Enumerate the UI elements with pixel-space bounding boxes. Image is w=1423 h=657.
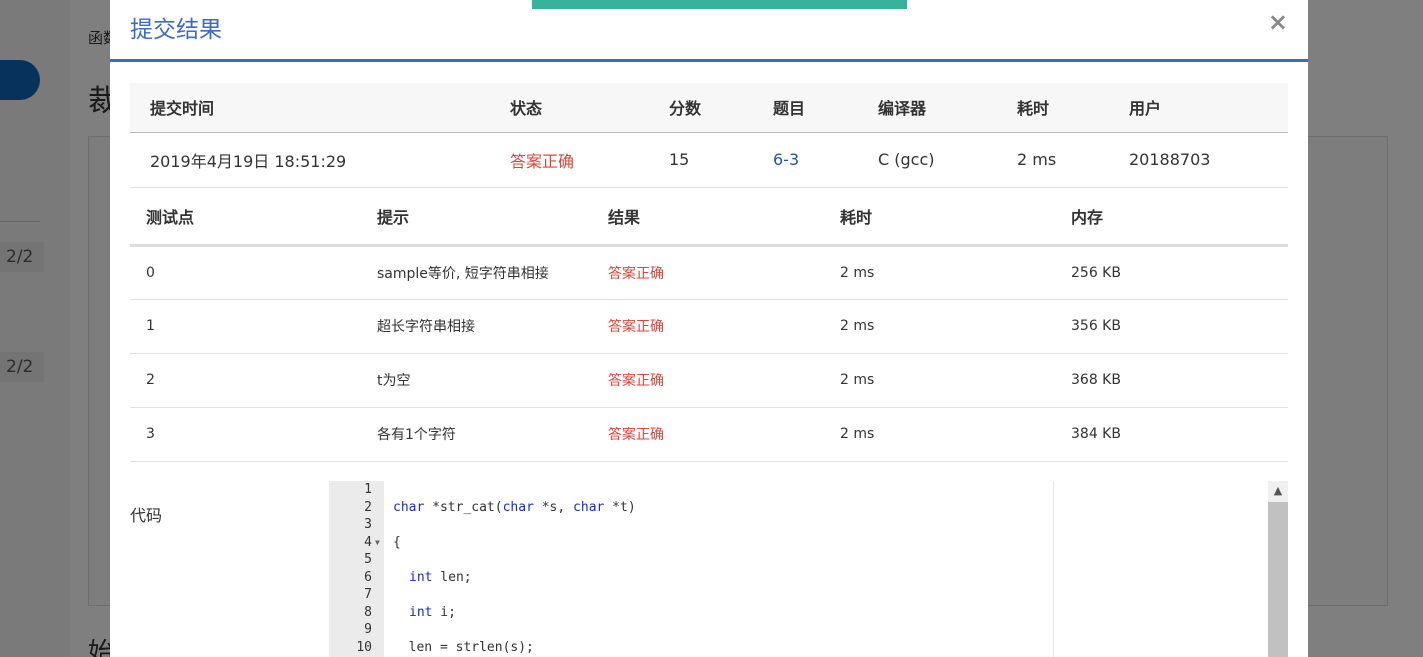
line-number: 8 <box>364 604 372 620</box>
code-token: i; <box>432 604 456 620</box>
table-header-row: 测试点 提示 结果 耗时 内存 <box>130 188 1288 247</box>
table-row: 0 sample等价, 短字符串相接 答案正确 2 ms 256 KB <box>130 245 1288 300</box>
keyword-token: char <box>573 499 605 515</box>
score-value: 15 <box>649 132 753 188</box>
line-number: 9 <box>364 622 372 637</box>
close-icon[interactable]: × <box>1268 8 1288 36</box>
code-token: *s, <box>533 499 574 515</box>
testcase-time: 2 ms <box>824 245 1055 300</box>
col-header-status: 状态 <box>490 83 649 133</box>
success-toast-bar <box>532 0 907 9</box>
status-badge: 答案正确 <box>490 132 649 188</box>
code-line: { <box>393 534 401 550</box>
testcase-memory: 368 KB <box>1055 353 1288 408</box>
submission-result-modal: 提交结果 × 提交时间 状态 分数 题目 编译器 耗时 用户 2019年4月19… <box>110 0 1308 657</box>
testcase-id: 3 <box>130 407 361 462</box>
problem-link[interactable]: 6-3 <box>753 132 858 188</box>
line-number-gutter: 1 2 3 4 ▼ 5 6 7 8 9 10 <box>329 481 384 657</box>
testcase-time: 2 ms <box>824 353 1055 408</box>
testcase-hint: t为空 <box>361 353 592 408</box>
code-line: int i; <box>409 604 456 621</box>
col-header-testcase: 测试点 <box>130 188 361 247</box>
code-editor[interactable]: 1 2 3 4 ▼ 5 6 7 8 9 10 char *str_cat(cha… <box>329 481 1054 657</box>
testcase-memory: 256 KB <box>1055 245 1288 300</box>
code-token: *str_cat( <box>424 499 503 515</box>
scrollbar-thumb[interactable] <box>1268 502 1288 657</box>
editor-scrollbar[interactable]: ▲ <box>1268 481 1288 657</box>
line-number: 10 <box>356 639 372 655</box>
testcase-id: 1 <box>130 299 361 354</box>
line-number: 1 <box>364 482 372 497</box>
testcase-time: 2 ms <box>824 299 1055 354</box>
code-line: len = strlen(s); <box>393 639 534 655</box>
testcase-hint: sample等价, 短字符串相接 <box>361 245 592 300</box>
testcase-time: 2 ms <box>824 407 1055 462</box>
col-header-problem: 题目 <box>753 83 858 133</box>
line-number: 5 <box>364 552 372 567</box>
keyword-token: int <box>409 569 433 585</box>
scroll-up-arrow-icon[interactable]: ▲ <box>1268 481 1288 501</box>
line-number: 7 <box>364 587 372 602</box>
code-line: int len; <box>409 569 472 586</box>
table-row: 2 t为空 答案正确 2 ms 368 KB <box>130 353 1288 408</box>
fold-toggle-icon[interactable]: ▼ <box>375 534 380 551</box>
line-number: 6 <box>364 569 372 585</box>
editor-divider <box>1053 481 1054 657</box>
col-header-submit-time: 提交时间 <box>130 83 490 133</box>
testcase-result: 答案正确 <box>592 245 824 300</box>
testcase-table: 测试点 提示 结果 耗时 内存 0 sample等价, 短字符串相接 答案正确 … <box>130 188 1288 462</box>
user-value: 20188703 <box>1109 132 1288 188</box>
code-token: *t) <box>604 499 636 515</box>
testcase-result: 答案正确 <box>592 299 824 354</box>
col-header-duration: 耗时 <box>997 83 1109 133</box>
testcase-id: 2 <box>130 353 361 408</box>
code-token: len; <box>432 569 472 585</box>
table-row: 3 各有1个字符 答案正确 2 ms 384 KB <box>130 407 1288 462</box>
line-number: 2 <box>364 499 372 515</box>
testcase-memory: 356 KB <box>1055 299 1288 354</box>
code-label: 代码 <box>130 506 163 525</box>
modal-title: 提交结果 <box>130 17 222 43</box>
table-row: 2019年4月19日 18:51:29 答案正确 15 6-3 C (gcc) … <box>130 132 1288 188</box>
line-number: 3 <box>364 517 372 532</box>
table-row: 1 超长字符串相接 答案正确 2 ms 356 KB <box>130 299 1288 354</box>
code-line: char *str_cat(char *s, char *t) <box>393 499 636 516</box>
line-number: 4 <box>364 534 372 550</box>
col-header-memory: 内存 <box>1055 188 1288 247</box>
testcase-memory: 384 KB <box>1055 407 1288 462</box>
keyword-token: char <box>393 499 425 515</box>
col-header-time: 耗时 <box>824 188 1055 247</box>
testcase-result: 答案正确 <box>592 407 824 462</box>
col-header-compiler: 编译器 <box>858 83 997 133</box>
keyword-token: int <box>409 604 433 620</box>
testcase-id: 0 <box>130 245 361 300</box>
modal-header: 提交结果 × <box>110 0 1308 62</box>
duration-value: 2 ms <box>997 132 1109 188</box>
col-header-user: 用户 <box>1109 83 1288 133</box>
col-header-hint: 提示 <box>361 188 592 247</box>
col-header-result: 结果 <box>592 188 824 247</box>
table-header-row: 提交时间 状态 分数 题目 编译器 耗时 用户 <box>130 83 1288 133</box>
submit-time: 2019年4月19日 18:51:29 <box>130 132 490 188</box>
submission-summary-table: 提交时间 状态 分数 题目 编译器 耗时 用户 2019年4月19日 18:51… <box>130 83 1288 188</box>
col-header-score: 分数 <box>649 83 753 133</box>
keyword-token: char <box>502 499 534 515</box>
testcase-hint: 超长字符串相接 <box>361 299 592 354</box>
testcase-hint: 各有1个字符 <box>361 407 592 462</box>
testcase-result: 答案正确 <box>592 353 824 408</box>
compiler-value: C (gcc) <box>858 132 997 188</box>
